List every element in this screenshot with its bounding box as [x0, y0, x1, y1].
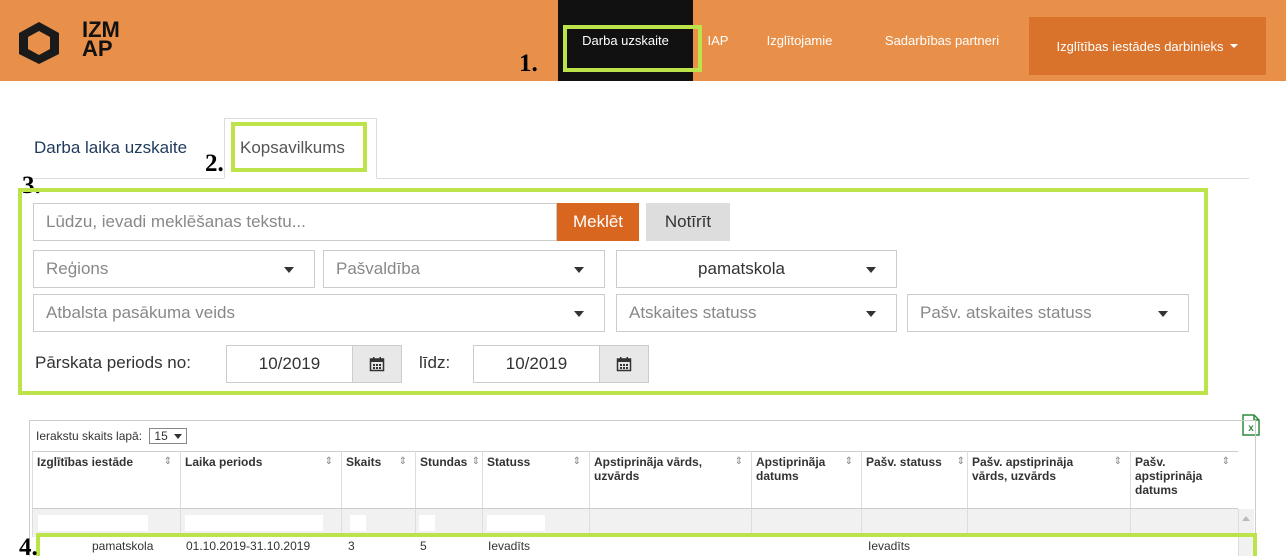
- tab-divider: [29, 178, 1249, 179]
- caret-down-icon: [866, 267, 876, 273]
- municipality-select-label: Pašvaldība: [336, 259, 421, 278]
- support-type-select[interactable]: Atbalsta pasākuma veids: [33, 294, 605, 332]
- caret-down-icon: [574, 267, 584, 273]
- column-header-label: Skaits: [346, 455, 382, 469]
- annotation-box-2: [231, 122, 367, 172]
- column-header-label: Pašv. statuss: [866, 455, 942, 469]
- column-header-label: Apstiprinãja datums: [756, 455, 826, 483]
- sort-icon: ⇕: [163, 456, 172, 467]
- logo[interactable]: [16, 20, 76, 68]
- column-header-label: Apstiprinãja vārds, uzvārds: [594, 455, 703, 483]
- annotation-number-1: 1.: [519, 50, 538, 77]
- annotation-box-1: [563, 25, 702, 72]
- sort-icon: ⇕: [398, 456, 407, 467]
- column-header-stundas[interactable]: Stundas ⇕: [415, 451, 482, 508]
- sort-icon: ⇕: [1221, 456, 1230, 467]
- column-header-label: Laika periods: [185, 455, 263, 469]
- user-menu-dropdown[interactable]: Izglītības iestādes darbinieks: [1029, 17, 1266, 75]
- nav-izglitojamie[interactable]: Izglītojamie: [751, 0, 848, 81]
- school-type-select[interactable]: pamatskola: [616, 250, 897, 288]
- sort-icon: ⇕: [471, 456, 480, 467]
- column-header-apstiprinaja-vards[interactable]: Apstiprinãja vārds, uzvārds ⇕: [589, 451, 751, 508]
- logo-text: IZM AP: [82, 19, 120, 60]
- caret-down-icon: [1158, 311, 1168, 317]
- period-to-input[interactable]: 10/2019: [473, 345, 600, 383]
- sort-icon: ⇕: [1113, 456, 1122, 467]
- column-header-label: Izglītības iestāde: [37, 455, 134, 469]
- column-filter-input[interactable]: [185, 515, 323, 531]
- column-filter-input[interactable]: [487, 515, 545, 531]
- column-header-pasv-statuss[interactable]: Pašv. statuss ⇕: [861, 451, 967, 508]
- logo-mark-icon: [19, 22, 59, 64]
- column-header-iestade[interactable]: Izglītības iestāde ⇕: [32, 451, 180, 508]
- support-type-select-label: Atbalsta pasākuma veids: [46, 303, 235, 322]
- calendar-from-button[interactable]: [352, 345, 402, 383]
- caret-down-icon: [866, 311, 876, 317]
- calendar-icon: [369, 357, 385, 372]
- nav-iap-label: IAP: [707, 33, 729, 48]
- page-size-control: Ierakstu skaits lapā: 15: [36, 428, 187, 444]
- nav-sadarbibas-label: Sadarbības partneri: [884, 33, 1000, 48]
- nav-sadarbibas-partneri[interactable]: Sadarbības partneri: [866, 0, 1018, 81]
- search-placeholder: Lūdzu, ievadi meklēšanas tekstu...: [46, 212, 306, 231]
- school-type-select-label: pamatskola: [698, 259, 785, 278]
- page-size-select[interactable]: 15: [149, 428, 187, 444]
- annotation-number-4: 4.: [19, 534, 38, 556]
- column-header-statuss[interactable]: Statuss ⇕: [482, 451, 589, 508]
- column-filter-input[interactable]: [350, 515, 366, 531]
- region-select-label: Reģions: [46, 259, 109, 278]
- search-button[interactable]: Meklēt: [557, 203, 639, 241]
- column-header-pasv-datums[interactable]: Pašv. apstiprināja datums ⇕: [1130, 451, 1238, 508]
- sort-icon: ⇕: [956, 456, 965, 467]
- column-filter-input[interactable]: [38, 515, 148, 531]
- sort-icon: ⇕: [734, 456, 743, 467]
- municipal-status-select[interactable]: Pašv. atskaites statuss: [907, 294, 1189, 332]
- nav-iap[interactable]: IAP: [698, 0, 738, 81]
- municipal-status-select-label: Pašv. atskaites statuss: [920, 303, 1092, 322]
- column-header-skaits[interactable]: Skaits ⇕: [341, 451, 415, 508]
- page-size-label: Ierakstu skaits lapā:: [36, 429, 143, 443]
- nav-izglitojamie-label: Izglītojamie: [766, 33, 833, 48]
- column-header-label: Stundas: [420, 455, 468, 469]
- period-to-label: līdz:: [419, 353, 451, 372]
- report-status-select[interactable]: Atskaites statuss: [616, 294, 897, 332]
- column-header-apstiprinaja-datums[interactable]: Apstiprinãja datums ⇕: [751, 451, 861, 508]
- sort-icon: ⇕: [324, 456, 333, 467]
- search-input[interactable]: Lūdzu, ievadi meklēšanas tekstu...: [33, 203, 557, 241]
- caret-down-icon: [1230, 44, 1239, 48]
- caret-down-icon: [173, 434, 182, 440]
- user-menu-label: Izglītības iestādes darbinieks: [1056, 38, 1224, 54]
- page-size-value: 15: [154, 429, 168, 443]
- tab-darba-laika-uzskaite[interactable]: Darba laika uzskaite: [34, 138, 187, 158]
- report-status-select-label: Atskaites statuss: [629, 303, 757, 322]
- period-from-input[interactable]: 10/2019: [226, 345, 353, 383]
- column-header-pasv-vards[interactable]: Pašv. apstiprināja vārds, uzvārds ⇕: [967, 451, 1130, 508]
- municipality-select[interactable]: Pašvaldība: [323, 250, 605, 288]
- column-filter-input[interactable]: [419, 515, 435, 531]
- clear-button[interactable]: Notīrīt: [646, 203, 730, 241]
- column-header-label: Statuss: [487, 455, 531, 469]
- column-header-label: Pašv. apstiprināja datums: [1135, 455, 1203, 497]
- scroll-up-arrow-icon[interactable]: [1242, 516, 1250, 521]
- sort-icon: ⇕: [572, 456, 581, 467]
- sort-icon: ⇕: [844, 456, 853, 467]
- column-header-periods[interactable]: Laika periods ⇕: [180, 451, 341, 508]
- calendar-icon: [616, 357, 632, 372]
- column-header-label: Pašv. apstiprināja vārds, uzvārds: [972, 455, 1074, 483]
- region-select[interactable]: Reģions: [33, 250, 315, 288]
- calendar-to-button[interactable]: [599, 345, 649, 383]
- annotation-number-2: 2.: [205, 150, 224, 177]
- caret-down-icon: [574, 311, 584, 317]
- caret-down-icon: [284, 267, 294, 273]
- annotation-box-4: [36, 533, 1257, 556]
- period-from-label: Pārskata periods no:: [35, 353, 191, 372]
